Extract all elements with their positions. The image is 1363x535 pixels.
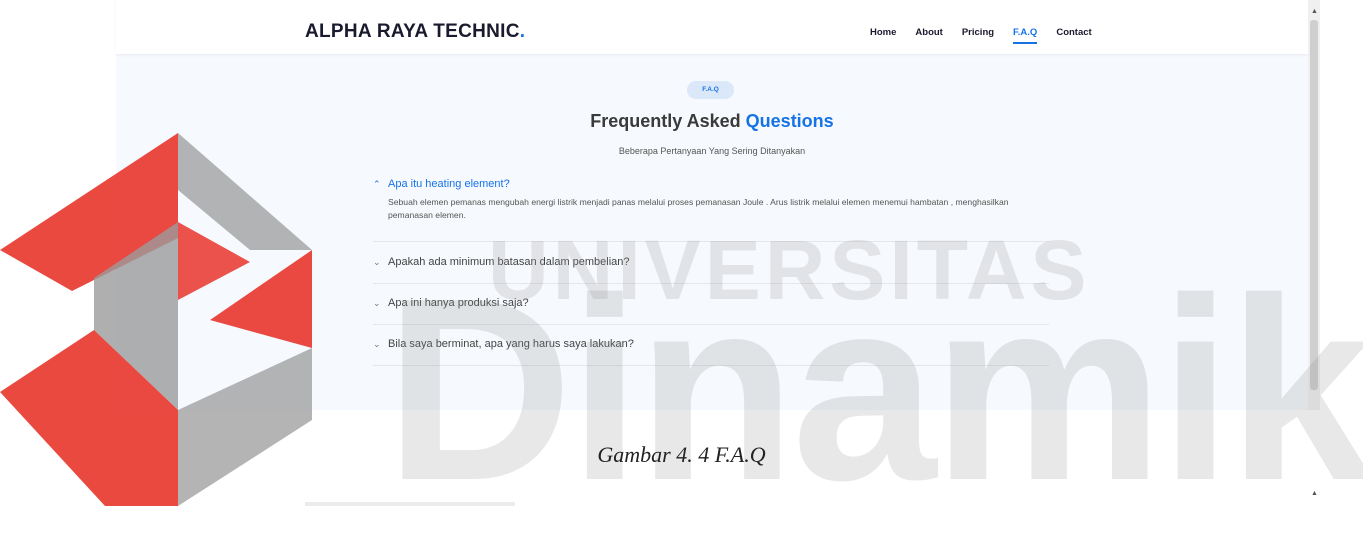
faq-question-toggle[interactable]: ⌄ Apa ini hanya produksi saja? <box>373 297 1049 309</box>
brand-logo[interactable]: ALPHA RAYA TECHNIC. <box>305 21 525 43</box>
faq-question-text: Apakah ada minimum batasan dalam pembeli… <box>388 256 630 268</box>
nav-link-faq[interactable]: F.A.Q <box>1013 27 1038 44</box>
nav-link-home[interactable]: Home <box>870 27 896 44</box>
faq-subtitle: Beberapa Pertanyaan Yang Sering Ditanyak… <box>618 146 806 156</box>
scroll-up-arrow-icon: ▲ <box>1311 490 1318 497</box>
faq-title-main: Frequently Asked <box>590 111 746 131</box>
faq-title-highlight: Questions <box>745 111 834 131</box>
nav-menu: Home About Pricing F.A.Q Contact <box>870 27 1111 44</box>
chevron-down-icon: ⌄ <box>373 338 381 349</box>
faq-item: ⌄ Apakah ada minimum batasan dalam pembe… <box>373 256 1049 284</box>
chevron-down-icon: ⌄ <box>373 297 381 308</box>
scrollbar-thumb[interactable] <box>1310 20 1318 390</box>
vertical-scrollbar[interactable]: ▲ <box>1308 0 1320 410</box>
chevron-down-icon: ⌄ <box>373 256 381 267</box>
faq-question-toggle[interactable]: ⌄ Bila saya berminat, apa yang harus say… <box>373 338 1049 350</box>
brand-dot: . <box>519 21 526 42</box>
faq-item: ⌃ Apa itu heating element? Sebuah elemen… <box>373 178 1049 242</box>
brand-name: ALPHA RAYA TECHNIC <box>305 21 520 42</box>
faq-badge: F.A.Q <box>687 81 734 99</box>
scroll-up-arrow-icon[interactable]: ▲ <box>1311 8 1318 15</box>
faq-title: Frequently Asked Questions <box>116 111 1308 132</box>
faq-question-toggle[interactable]: ⌄ Apakah ada minimum batasan dalam pembe… <box>373 256 1049 268</box>
figure-caption: Gambar 4. 4 F.A.Q <box>597 442 766 467</box>
website-screenshot: ALPHA RAYA TECHNIC. Home About Pricing F… <box>116 0 1308 410</box>
faq-item: ⌄ Bila saya berminat, apa yang harus say… <box>373 338 1049 366</box>
faq-answer-text: Sebuah elemen pemanas mengubah energi li… <box>388 197 1009 220</box>
navbar: ALPHA RAYA TECHNIC. Home About Pricing F… <box>116 0 1308 54</box>
nav-link-about[interactable]: About <box>915 27 942 44</box>
faq-question-text: Apa itu heating element? <box>388 178 510 190</box>
faq-item: ⌄ Apa ini hanya produksi saja? <box>373 297 1049 325</box>
faq-question-text: Apa ini hanya produksi saja? <box>388 297 529 309</box>
chevron-up-icon: ⌃ <box>373 178 381 189</box>
nav-link-pricing[interactable]: Pricing <box>962 27 994 44</box>
next-screenshot-edge <box>305 502 515 506</box>
faq-question-text: Bila saya berminat, apa yang harus saya … <box>388 338 634 350</box>
nav-link-contact[interactable]: Contact <box>1056 27 1091 44</box>
faq-question-toggle[interactable]: ⌃ Apa itu heating element? <box>373 178 1049 190</box>
